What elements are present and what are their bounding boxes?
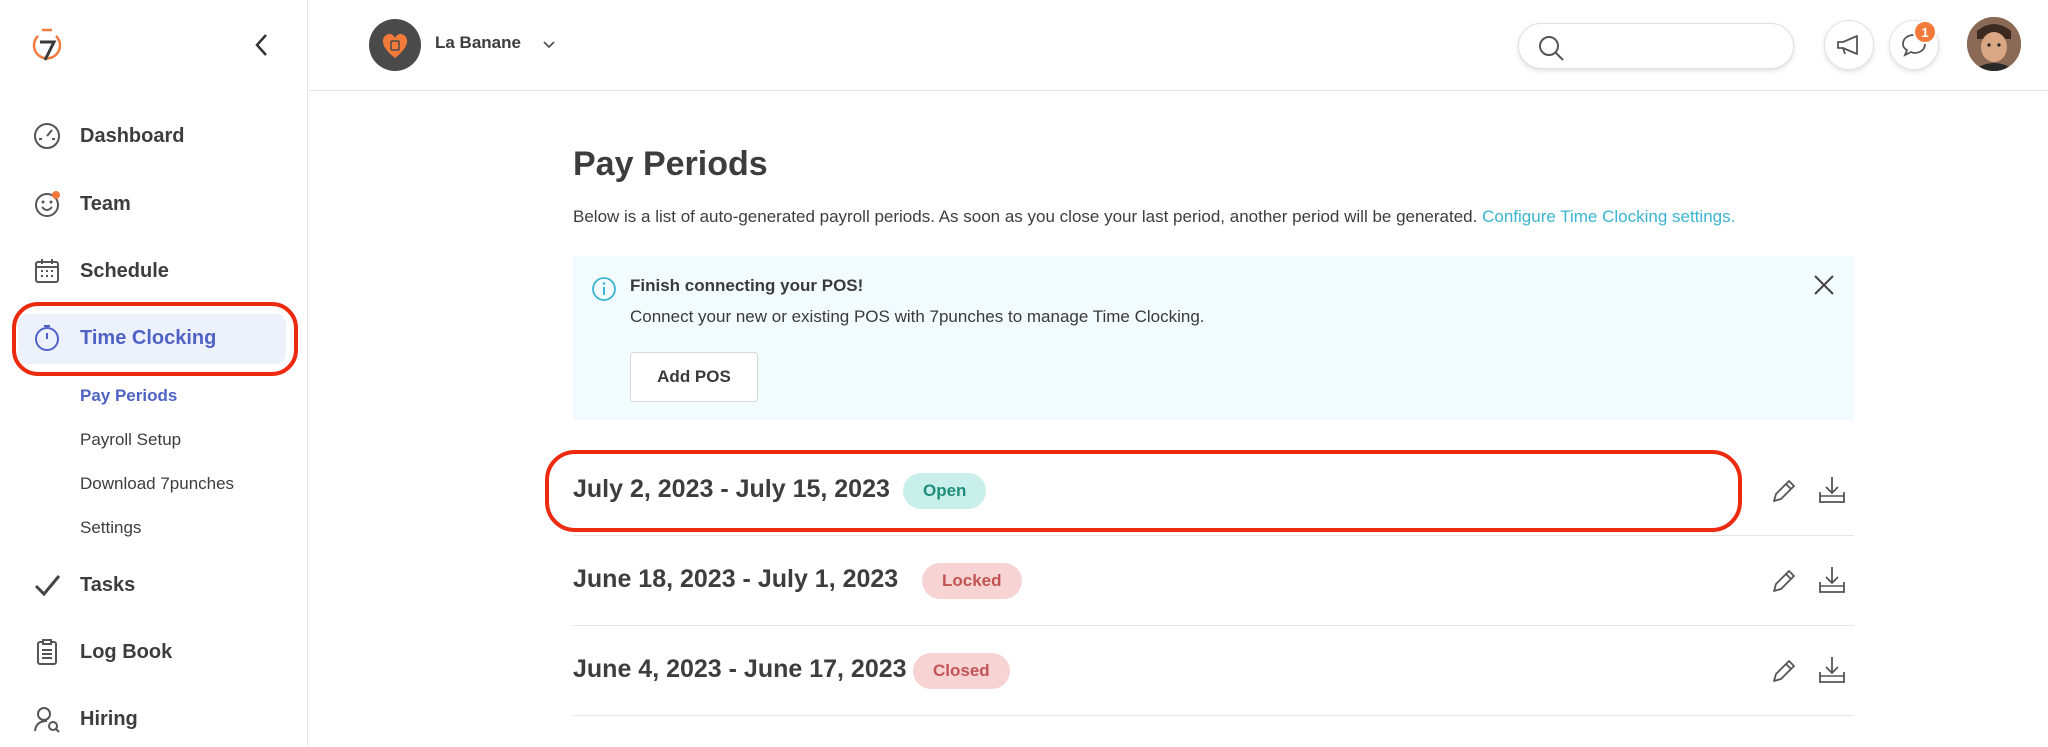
sidebar: Dashboard Team Schedule Time Clocking Pa… [0, 0, 308, 746]
info-icon [591, 276, 617, 307]
page-description: Below is a list of auto-generated payrol… [573, 207, 1735, 227]
pay-period-row[interactable]: June 4, 2023 - June 17, 2023 Closed [573, 626, 1854, 716]
person-search-icon [32, 704, 62, 734]
gauge-icon [32, 121, 62, 151]
status-badge: Open [903, 473, 987, 509]
search-icon [1539, 36, 1564, 61]
description-text: Below is a list of auto-generated payrol… [573, 207, 1478, 226]
sidebar-item-dashboard[interactable]: Dashboard [0, 108, 308, 164]
edit-pencil-icon[interactable] [1769, 656, 1799, 686]
download-icon[interactable] [1817, 654, 1847, 686]
top-bar: La Banane 1 [309, 0, 2048, 91]
org-avatar[interactable] [369, 19, 421, 71]
configure-settings-link[interactable]: Configure Time Clocking settings. [1482, 207, 1735, 226]
pay-period-row[interactable]: July 2, 2023 - July 15, 2023 Open [573, 446, 1854, 536]
search-input[interactable] [1518, 23, 1794, 69]
sidebar-item-label: Time Clocking [80, 326, 217, 349]
announcements-button[interactable] [1824, 20, 1874, 70]
period-dates: July 2, 2023 - July 15, 2023 [573, 475, 890, 503]
close-icon[interactable] [1811, 272, 1837, 298]
user-avatar[interactable] [1967, 17, 2021, 71]
app-logo[interactable] [30, 26, 64, 66]
sidebar-item-label: Team [80, 192, 131, 215]
sidebar-item-label: Hiring [80, 707, 138, 730]
sidebar-item-label: Log Book [80, 640, 173, 663]
sidebar-item-label: Tasks [80, 573, 136, 596]
banner-title: Finish connecting your POS! [630, 276, 864, 295]
download-icon[interactable] [1817, 474, 1847, 506]
sidebar-item-label: Schedule [80, 259, 169, 282]
sidebar-subitem-settings[interactable]: Settings [80, 518, 141, 538]
period-dates: June 4, 2023 - June 17, 2023 [573, 655, 907, 683]
sidebar-subitem-payroll-setup[interactable]: Payroll Setup [80, 430, 181, 450]
check-icon [32, 570, 62, 600]
sidebar-item-tasks[interactable]: Tasks [0, 557, 308, 613]
status-badge: Closed [913, 653, 1010, 689]
stopwatch-icon [32, 323, 62, 353]
sidebar-item-schedule[interactable]: Schedule [0, 243, 308, 299]
download-icon[interactable] [1817, 564, 1847, 596]
period-dates: June 18, 2023 - July 1, 2023 [573, 565, 899, 593]
sidebar-subitem-download-7punches[interactable]: Download 7punches [80, 474, 234, 494]
add-pos-button[interactable]: Add POS [630, 352, 758, 402]
chevron-down-icon[interactable] [541, 38, 557, 50]
clipboard-icon [32, 637, 62, 667]
calendar-icon [32, 256, 62, 286]
status-badge: Locked [922, 563, 1022, 599]
page-title: Pay Periods [573, 145, 768, 183]
sidebar-item-time-clocking[interactable]: Time Clocking [0, 310, 308, 366]
notification-badge: 1 [1913, 20, 1937, 44]
pos-banner: Finish connecting your POS! Connect your… [573, 256, 1854, 420]
megaphone-icon [1837, 35, 1858, 55]
edit-pencil-icon[interactable] [1769, 476, 1799, 506]
pay-period-row[interactable]: June 18, 2023 - July 1, 2023 Locked [573, 536, 1854, 626]
org-name[interactable]: La Banane [435, 33, 521, 53]
edit-pencil-icon[interactable] [1769, 566, 1799, 596]
collapse-sidebar-icon[interactable] [250, 30, 274, 60]
smiley-icon [32, 189, 62, 219]
banner-text: Connect your new or existing POS with 7p… [630, 307, 1205, 326]
sidebar-item-hiring[interactable]: Hiring [0, 691, 308, 747]
sidebar-item-log-book[interactable]: Log Book [0, 624, 308, 680]
sidebar-item-team[interactable]: Team [0, 176, 308, 232]
sidebar-item-label: Dashboard [80, 124, 185, 147]
sidebar-subitem-pay-periods[interactable]: Pay Periods [80, 386, 177, 406]
